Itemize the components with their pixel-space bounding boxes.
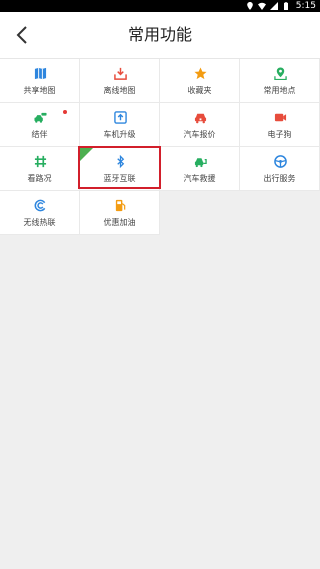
grid-item-label: 蓝牙互联 [103, 174, 136, 183]
fuel-icon [115, 199, 126, 212]
status-bar: 5:15 [0, 0, 320, 12]
grid-row: 结伴 车机升级 汽车报价 电子狗 [0, 103, 320, 147]
location-icon [274, 67, 287, 80]
new-badge [80, 147, 94, 161]
grid-item-common-places[interactable]: 常用地点 [240, 59, 320, 103]
camera-icon [274, 113, 287, 122]
grid-item-label: 优惠加油 [103, 218, 136, 227]
upload-icon [114, 111, 127, 124]
location-status-icon [247, 2, 253, 10]
grid-item-traffic[interactable]: 看路况 [0, 147, 80, 191]
grid-item-label: 出行服务 [263, 174, 296, 183]
grid-item-label: 电子狗 [267, 130, 292, 139]
car-group-icon [34, 112, 47, 123]
grid-item-car-price[interactable]: 汽车报价 [160, 103, 240, 147]
steering-wheel-icon [274, 155, 287, 168]
wireless-link-icon [34, 199, 46, 212]
grid-item-companion[interactable]: 结伴 [0, 103, 80, 147]
notification-dot [63, 110, 67, 114]
grid-item-travel-service[interactable]: 出行服务 [240, 147, 320, 191]
grid-item-car-rescue[interactable]: 汽车救援 [160, 147, 240, 191]
grid-row: 看路况 蓝牙互联 汽车救援 出行服务 [0, 147, 320, 191]
grid-item-share-map[interactable]: 共享地图 [0, 59, 80, 103]
traffic-icon [34, 155, 47, 168]
grid-row: 共享地图 离线地图 收藏夹 常用地点 [0, 59, 320, 103]
page-title: 常用功能 [127, 25, 192, 44]
grid-item-label: 结伴 [31, 130, 48, 139]
grid-item-label: 汽车救援 [183, 174, 216, 183]
grid-item-favorites[interactable]: 收藏夹 [160, 59, 240, 103]
grid-item-fuel-discount[interactable]: 优惠加油 [80, 191, 160, 235]
grid-item-label: 离线地图 [103, 86, 136, 95]
grid-item-label: 共享地图 [23, 86, 56, 95]
car-rescue-icon [194, 158, 207, 168]
signal-status-icon [270, 2, 278, 10]
grid-item-car-upgrade[interactable]: 车机升级 [80, 103, 160, 147]
grid-empty [160, 191, 240, 235]
grid-item-label: 汽车报价 [183, 130, 216, 139]
bluetooth-icon [117, 155, 125, 168]
grid-item-bluetooth[interactable]: 蓝牙互联 [80, 147, 160, 191]
map-icon [34, 67, 47, 80]
grid-item-wireless-link[interactable]: 无线热联 [0, 191, 80, 235]
function-grid: 共享地图 离线地图 收藏夹 常用地点 结伴 车机升级 汽车报价 电子狗 看路况 … [0, 59, 320, 235]
wifi-status-icon [258, 2, 266, 10]
grid-item-label: 看路况 [27, 174, 52, 183]
grid-item-label: 无线热联 [23, 218, 56, 227]
grid-item-offline-map[interactable]: 离线地图 [80, 59, 160, 103]
download-icon [114, 67, 127, 80]
status-icons [246, 1, 290, 11]
grid-item-radar-dog[interactable]: 电子狗 [240, 103, 320, 147]
grid-item-label: 车机升级 [103, 130, 136, 139]
grid-item-label: 常用地点 [263, 86, 296, 95]
grid-empty [240, 191, 320, 235]
battery-status-icon [284, 2, 288, 10]
grid-row: 无线热联 优惠加油 [0, 191, 320, 235]
car-price-icon [194, 113, 207, 124]
star-icon [194, 67, 207, 80]
status-time: 5:15 [295, 1, 316, 11]
header: 常用功能 [0, 12, 320, 59]
grid-item-label: 收藏夹 [187, 86, 212, 95]
